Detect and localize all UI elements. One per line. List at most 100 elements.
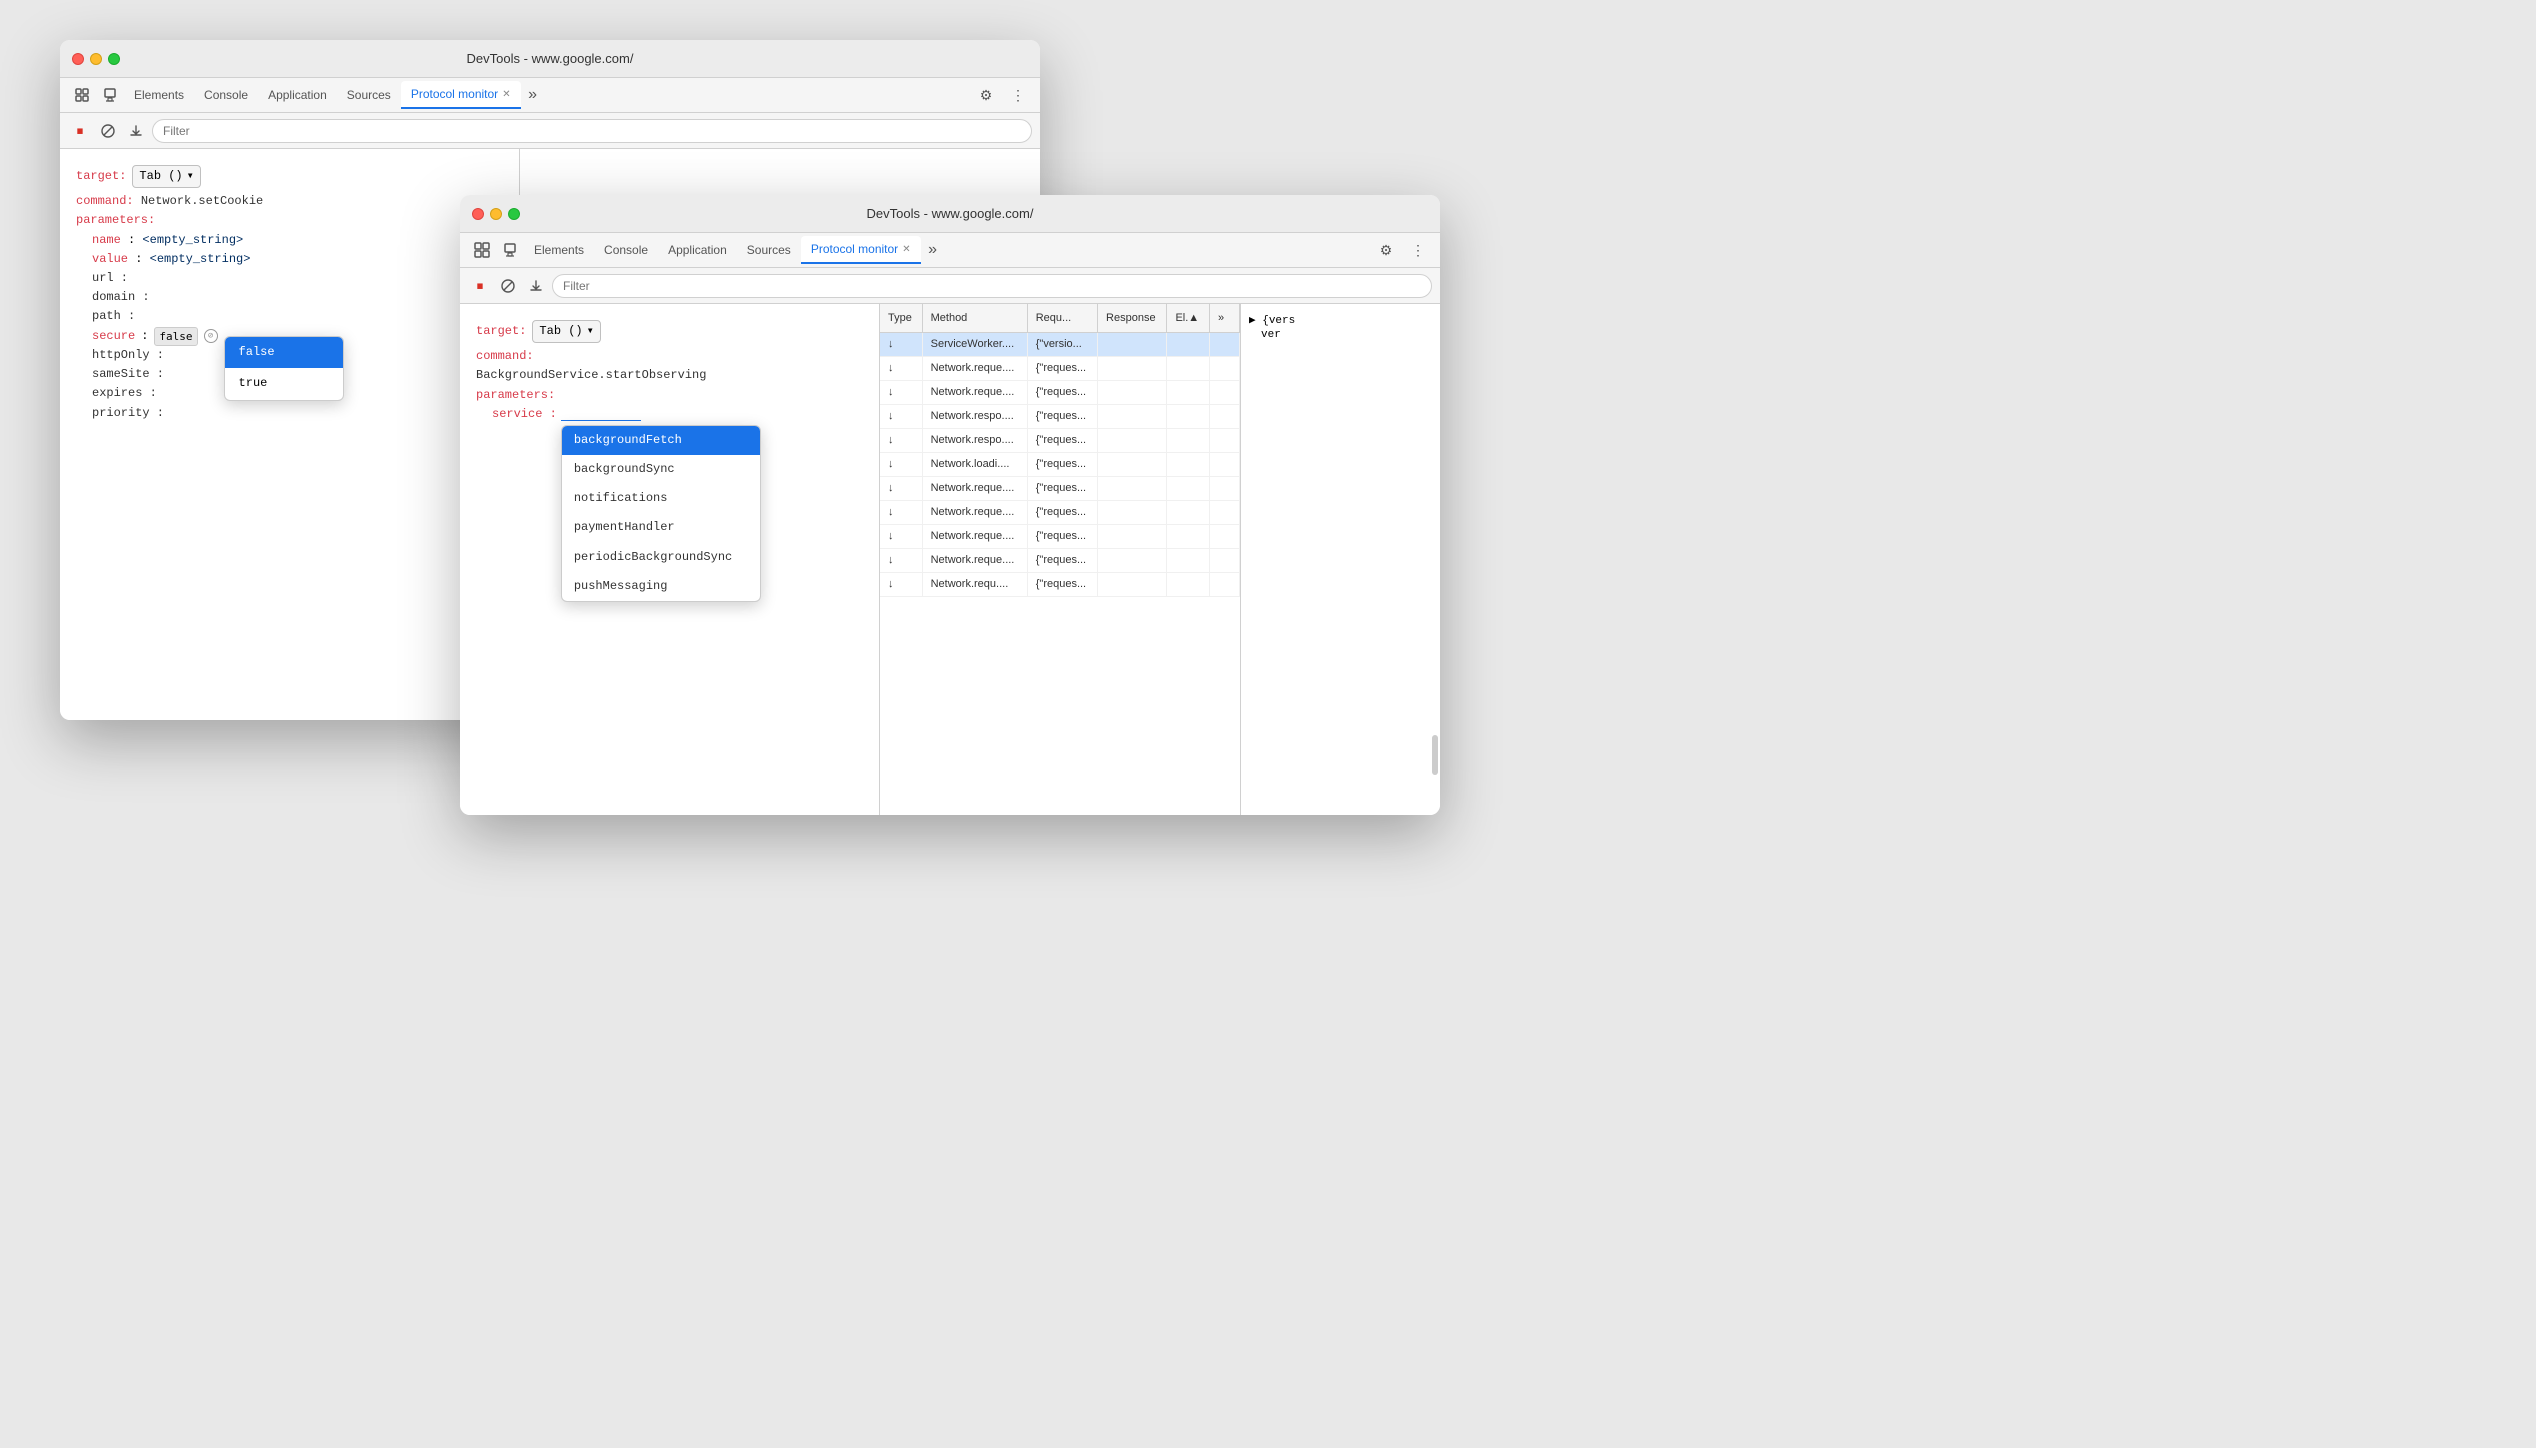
parameters-key: parameters: bbox=[76, 213, 155, 227]
autocomplete-paymentHandler[interactable]: paymentHandler bbox=[562, 513, 760, 542]
tabbar-2: Elements Console Application Sources Pro… bbox=[460, 233, 1440, 268]
cell-type: ↓ bbox=[880, 356, 922, 380]
autocomplete-backgroundFetch[interactable]: backgroundFetch bbox=[562, 426, 760, 455]
cell-method: Network.reque.... bbox=[922, 380, 1027, 404]
param-secure: secure : false ⊘ false true bbox=[76, 327, 503, 347]
tab-protocol-monitor-2[interactable]: Protocol monitor ✕ bbox=[801, 236, 921, 264]
cell-response bbox=[1098, 356, 1167, 380]
cell-request: {"reques... bbox=[1027, 428, 1097, 452]
cell-response bbox=[1098, 332, 1167, 356]
minimize-button-1[interactable] bbox=[90, 53, 102, 65]
clear-button-2[interactable] bbox=[496, 274, 520, 298]
cell-request: {"reques... bbox=[1027, 548, 1097, 572]
table-row[interactable]: ↓ Network.loadi.... {"reques... bbox=[880, 452, 1240, 476]
tab-elements-2[interactable]: Elements bbox=[524, 236, 594, 264]
table-row[interactable]: ↓ Network.reque.... {"reques... bbox=[880, 476, 1240, 500]
tab-console-2[interactable]: Console bbox=[594, 236, 658, 264]
service-input-container: backgroundFetch backgroundSync notificat… bbox=[561, 405, 641, 424]
device-icon-2[interactable] bbox=[496, 236, 524, 264]
more-icon[interactable]: ⋮ bbox=[1004, 81, 1032, 109]
tab-sources-2[interactable]: Sources bbox=[737, 236, 801, 264]
secure-option-false[interactable]: false bbox=[225, 337, 343, 368]
stop-recording-button-2[interactable]: ⏹ bbox=[468, 274, 492, 298]
table-row[interactable]: ↓ Network.requ.... {"reques... bbox=[880, 572, 1240, 596]
inspect-icon-2[interactable] bbox=[468, 236, 496, 264]
table-row[interactable]: ↓ Network.reque.... {"reques... bbox=[880, 548, 1240, 572]
cell-extra bbox=[1210, 380, 1240, 404]
more-icon-2[interactable]: ⋮ bbox=[1404, 236, 1432, 264]
cell-extra bbox=[1210, 332, 1240, 356]
pm-toolbar-1: ⏹ bbox=[60, 113, 1040, 149]
settings-icon-2[interactable]: ⚙ bbox=[1372, 236, 1400, 264]
col-response: Response bbox=[1098, 304, 1167, 332]
target-row-2: target: Tab () ▾ bbox=[476, 320, 863, 343]
cell-request: {"reques... bbox=[1027, 476, 1097, 500]
secure-option-true[interactable]: true bbox=[225, 368, 343, 399]
settings-icon[interactable]: ⚙ bbox=[972, 81, 1000, 109]
command-key-2: command: bbox=[476, 349, 534, 363]
tree-expand-icon: ▶ bbox=[1249, 315, 1262, 327]
window-body-2: target: Tab () ▾ command: BackgroundServ… bbox=[460, 304, 1440, 815]
cell-extra bbox=[1210, 524, 1240, 548]
minimize-button-2[interactable] bbox=[490, 208, 502, 220]
tree-child-content: ver bbox=[1261, 329, 1281, 341]
tab-console[interactable]: Console bbox=[194, 81, 258, 109]
close-button-1[interactable] bbox=[72, 53, 84, 65]
tab-close-icon[interactable]: ✕ bbox=[502, 89, 510, 100]
table-row[interactable]: ↓ Network.reque.... {"reques... bbox=[880, 524, 1240, 548]
inspect-icon[interactable] bbox=[68, 81, 96, 109]
titlebar-2: DevTools - www.google.com/ bbox=[460, 195, 1440, 233]
autocomplete-periodicBackgroundSync[interactable]: periodicBackgroundSync bbox=[562, 543, 760, 572]
device-icon[interactable] bbox=[96, 81, 124, 109]
autocomplete-notifications[interactable]: notifications bbox=[562, 484, 760, 513]
maximize-button-2[interactable] bbox=[508, 208, 520, 220]
cell-elapsed bbox=[1167, 500, 1210, 524]
table-row[interactable]: ↓ Network.respo.... {"reques... bbox=[880, 404, 1240, 428]
tab-overflow-icon[interactable]: » bbox=[521, 83, 545, 107]
table-row[interactable]: ↓ Network.reque.... {"reques... bbox=[880, 500, 1240, 524]
clear-button[interactable] bbox=[96, 119, 120, 143]
table-row[interactable]: ↓ Network.reque.... {"reques... bbox=[880, 356, 1240, 380]
filter-input-2[interactable] bbox=[552, 274, 1432, 298]
autocomplete-pushMessaging[interactable]: pushMessaging bbox=[562, 572, 760, 601]
cell-extra bbox=[1210, 476, 1240, 500]
traffic-lights-2 bbox=[472, 208, 520, 220]
target-dropdown[interactable]: Tab () ▾ bbox=[132, 165, 200, 188]
param-url: url : bbox=[76, 269, 503, 288]
cell-request: {"reques... bbox=[1027, 356, 1097, 380]
stop-recording-button[interactable]: ⏹ bbox=[68, 119, 92, 143]
cell-response bbox=[1098, 524, 1167, 548]
code-panel-2: target: Tab () ▾ command: BackgroundServ… bbox=[460, 304, 880, 815]
close-button-2[interactable] bbox=[472, 208, 484, 220]
cell-elapsed bbox=[1167, 476, 1210, 500]
table-row[interactable]: ↓ Network.reque.... {"reques... bbox=[880, 380, 1240, 404]
detail-tree-child[interactable]: ver bbox=[1249, 328, 1432, 342]
tab-application-2[interactable]: Application bbox=[658, 236, 737, 264]
clear-secure-icon[interactable]: ⊘ bbox=[204, 329, 218, 343]
tabbar-actions-2: ⚙ ⋮ bbox=[1372, 236, 1432, 264]
autocomplete-menu: backgroundFetch backgroundSync notificat… bbox=[561, 425, 761, 602]
cell-request: {"versio... bbox=[1027, 332, 1097, 356]
table-row[interactable]: ↓ Network.respo.... {"reques... bbox=[880, 428, 1240, 452]
tab-overflow-icon-2[interactable]: » bbox=[921, 238, 945, 262]
maximize-button-1[interactable] bbox=[108, 53, 120, 65]
cell-extra bbox=[1210, 428, 1240, 452]
autocomplete-backgroundSync[interactable]: backgroundSync bbox=[562, 455, 760, 484]
cell-extra bbox=[1210, 404, 1240, 428]
col-type: Type bbox=[880, 304, 922, 332]
tab-sources[interactable]: Sources bbox=[337, 81, 401, 109]
table-row[interactable]: ↓ ServiceWorker.... {"versio... bbox=[880, 332, 1240, 356]
download-icon[interactable] bbox=[124, 119, 148, 143]
cell-elapsed bbox=[1167, 428, 1210, 452]
tab-elements[interactable]: Elements bbox=[124, 81, 194, 109]
tab-close-icon-2[interactable]: ✕ bbox=[902, 244, 910, 255]
col-overflow[interactable]: » bbox=[1210, 304, 1240, 332]
tab-application[interactable]: Application bbox=[258, 81, 337, 109]
service-input[interactable] bbox=[561, 406, 641, 421]
detail-tree-root[interactable]: ▶ {vers bbox=[1249, 312, 1432, 328]
tab-protocol-monitor[interactable]: Protocol monitor ✕ bbox=[401, 81, 521, 109]
filter-input-1[interactable] bbox=[152, 119, 1032, 143]
download-icon-2[interactable] bbox=[524, 274, 548, 298]
target-dropdown-2[interactable]: Tab () ▾ bbox=[532, 320, 600, 343]
parameters-row-2: parameters: bbox=[476, 386, 863, 405]
